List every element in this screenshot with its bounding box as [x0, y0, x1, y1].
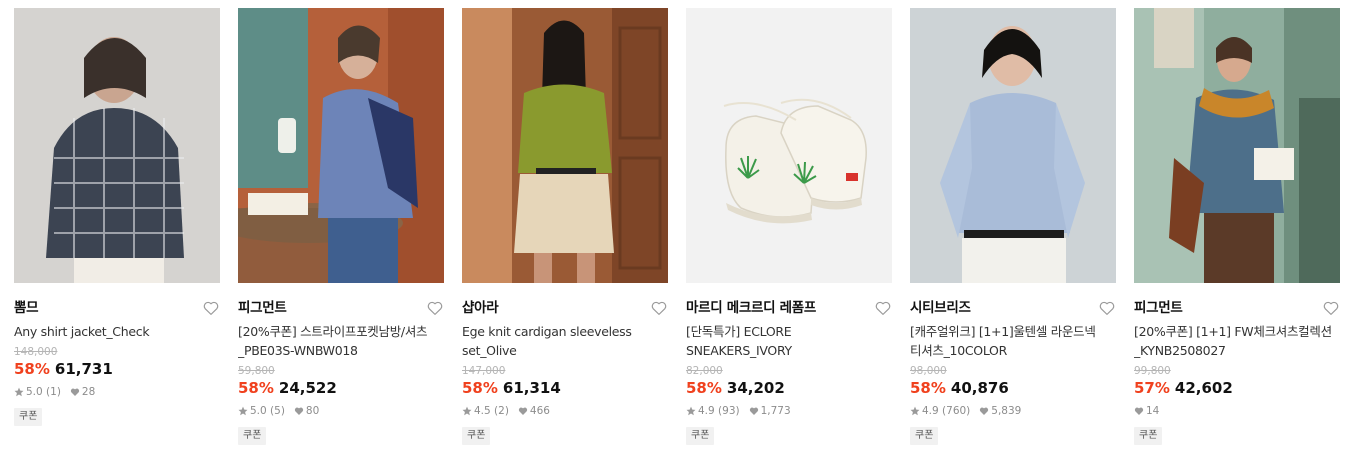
product-grid: 뽐므 Any shirt jacket_Check 148,000 58% 61,… [0, 0, 1351, 467]
star-icon [238, 406, 248, 416]
star-icon [910, 406, 920, 416]
product-card[interactable]: 마르디 메크르디 레폼프 [단독특가] ECLORE SNEAKERS_IVOR… [686, 8, 892, 445]
brand-name[interactable]: 뽐므 [14, 298, 220, 318]
wishlist-heart-icon[interactable] [650, 299, 668, 317]
product-image[interactable] [238, 8, 444, 283]
product-image-placeholder [910, 8, 1116, 283]
coupon-badge: 쿠폰 [238, 427, 267, 445]
original-price: 59,800 [238, 365, 275, 377]
wishlist-heart-icon[interactable] [426, 299, 444, 317]
coupon-badge: 쿠폰 [910, 427, 939, 445]
original-price: 147,000 [462, 365, 506, 377]
coupon-badge: 쿠폰 [462, 427, 491, 445]
likes-count: 466 [529, 405, 550, 417]
sale-price: 61,314 [502, 379, 561, 397]
likes-count: 14 [1146, 405, 1160, 417]
discount-rate: 58% [686, 379, 722, 397]
original-price: 99,800 [1134, 365, 1171, 377]
likes-heart-icon [1134, 406, 1144, 416]
wishlist-heart-icon[interactable] [1098, 299, 1116, 317]
product-image-placeholder [238, 8, 444, 283]
sale-price: 40,876 [950, 379, 1009, 397]
coupon-badge: 쿠폰 [1134, 427, 1163, 445]
discount-rate: 58% [910, 379, 946, 397]
product-image[interactable] [686, 8, 892, 283]
product-card[interactable]: 샵아라 Ege knit cardigan sleeveless set_Oli… [462, 8, 668, 445]
product-stats: 5.0 (1) 28 [14, 385, 220, 399]
likes-heart-icon [749, 406, 759, 416]
likes-count: 1,773 [760, 405, 791, 417]
original-price: 98,000 [910, 365, 947, 377]
original-price: 82,000 [686, 365, 723, 377]
product-card[interactable]: 시티브리즈 [캐주얼위크] [1+1]울텐셀 라운드넥 티셔츠_10COLOR … [910, 8, 1116, 445]
likes-count: 80 [305, 405, 320, 417]
brand-name[interactable]: 샵아라 [462, 298, 668, 318]
brand-name[interactable]: 시티브리즈 [910, 298, 1116, 318]
review-count: (2) [494, 405, 509, 417]
product-card[interactable]: 피그먼트 [20%쿠폰] 스트라이프포켓남방/셔츠_PBE03S-WNBW018… [238, 8, 444, 445]
likes-heart-icon [70, 387, 80, 397]
sale-price: 61,731 [54, 360, 113, 378]
rating-score: 4.9 [698, 405, 715, 417]
product-title[interactable]: [단독특가] ECLORE SNEAKERS_IVORY [686, 322, 892, 360]
likes-heart-icon [979, 406, 989, 416]
likes-heart-icon [294, 406, 304, 416]
product-title[interactable]: [캐주얼위크] [1+1]울텐셀 라운드넥 티셔츠_10COLOR [910, 322, 1116, 360]
discount-rate: 58% [462, 379, 498, 397]
original-price: 148,000 [14, 346, 58, 358]
product-image[interactable] [462, 8, 668, 283]
product-image[interactable] [1134, 8, 1340, 283]
likes-heart-icon [518, 406, 528, 416]
wishlist-heart-icon[interactable] [1322, 299, 1340, 317]
rating-score: 5.0 [250, 405, 267, 417]
wishlist-heart-icon[interactable] [202, 299, 220, 317]
review-count: (5) [270, 405, 285, 417]
coupon-badge: 쿠폰 [686, 427, 715, 445]
product-stats: 4.5 (2) 466 [462, 404, 668, 418]
product-image-placeholder [686, 8, 892, 283]
brand-name[interactable]: 피그먼트 [238, 298, 444, 318]
discount-rate: 58% [14, 360, 50, 378]
product-image-placeholder [14, 8, 220, 283]
review-count: (760) [942, 405, 971, 417]
brand-name[interactable]: 피그먼트 [1134, 298, 1340, 318]
sale-price: 42,602 [1174, 379, 1233, 397]
sale-price: 24,522 [278, 379, 337, 397]
wishlist-heart-icon[interactable] [874, 299, 892, 317]
likes-count: 5,839 [991, 405, 1022, 417]
product-image[interactable] [910, 8, 1116, 283]
product-stats: 4.9 (93) 1,773 [686, 404, 892, 418]
product-card[interactable]: 뽐므 Any shirt jacket_Check 148,000 58% 61,… [14, 8, 220, 426]
star-icon [462, 406, 472, 416]
star-icon [686, 406, 696, 416]
rating-score: 4.5 [474, 405, 491, 417]
coupon-badge: 쿠폰 [14, 408, 43, 426]
product-stats: 14 [1134, 404, 1340, 418]
review-count: (93) [718, 405, 740, 417]
brand-name[interactable]: 마르디 메크르디 레폼프 [686, 298, 892, 318]
product-stats: 4.9 (760) 5,839 [910, 404, 1116, 418]
rating-score: 5.0 [26, 386, 43, 398]
likes-count: 28 [81, 386, 96, 398]
rating-score: 4.9 [922, 405, 939, 417]
product-card[interactable]: 피그먼트 [20%쿠폰] [1+1] FW체크셔츠컬렉션_KYNB2508027… [1134, 8, 1340, 445]
product-title[interactable]: Ege knit cardigan sleeveless set_Olive [462, 322, 668, 360]
discount-rate: 57% [1134, 379, 1170, 397]
product-image[interactable] [14, 8, 220, 283]
product-title[interactable]: [20%쿠폰] 스트라이프포켓남방/셔츠_PBE03S-WNBW018 [238, 322, 444, 360]
discount-rate: 58% [238, 379, 274, 397]
product-title[interactable]: [20%쿠폰] [1+1] FW체크셔츠컬렉션_KYNB2508027 [1134, 322, 1340, 360]
sale-price: 34,202 [726, 379, 785, 397]
star-icon [14, 387, 24, 397]
review-count: (1) [46, 386, 61, 398]
product-stats: 5.0 (5) 80 [238, 404, 444, 418]
product-image-placeholder [462, 8, 668, 283]
product-title[interactable]: Any shirt jacket_Check [14, 322, 220, 341]
product-image-placeholder [1134, 8, 1340, 283]
